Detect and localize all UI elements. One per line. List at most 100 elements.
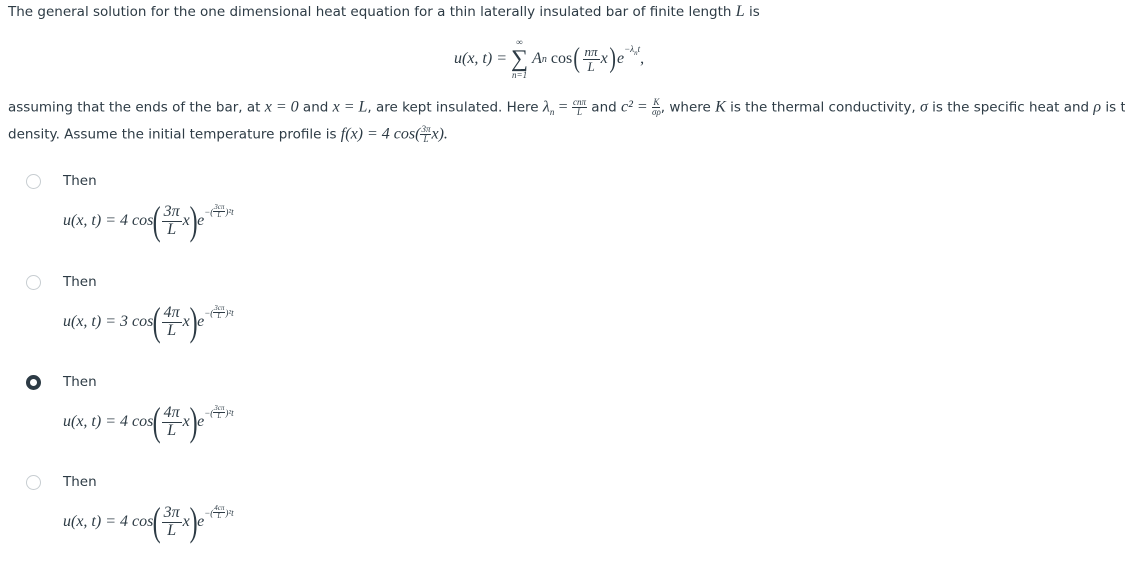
option-frac: 4π L — [161, 304, 182, 340]
answer-option-1[interactable]: Then u(x, t) = 4 cos ( 3π L x ) e −(3cπ L)… — [26, 174, 726, 269]
gen-exp: −λ — [624, 44, 635, 54]
option-label: Then — [63, 474, 97, 490]
p2-text-6: is the — [1105, 99, 1125, 116]
right-paren: ) — [189, 198, 198, 243]
radio-button[interactable] — [26, 475, 41, 490]
left-paren: ( — [152, 499, 161, 544]
initial-frac-den: L — [423, 134, 429, 144]
p2-text-4: is the thermal conductivity, — [730, 99, 916, 116]
p3-text: density. Assume the initial temperature … — [8, 126, 337, 143]
exp-prefix: −( — [204, 206, 214, 217]
option-equation: u(x, t) = 4 cos ( 4π L x ) e −(3cπ L)²t — [63, 399, 234, 445]
answer-option-3[interactable]: Then u(x, t) = 4 cos ( 4π L x ) e −(3cπ L)… — [26, 375, 726, 470]
question-paragraph-3: density. Assume the initial temperature … — [8, 125, 448, 144]
lambda-frac-den: L — [576, 107, 582, 117]
sigma-symbol: ∑ — [511, 46, 529, 72]
p2-eq: = — [558, 98, 568, 116]
frac-den: L — [167, 521, 177, 539]
left-paren: ( — [152, 198, 161, 243]
radio-button-selected[interactable] — [26, 375, 41, 390]
frac-num: 3π — [161, 503, 182, 523]
option-exponent: −(3cπ L)²t — [204, 204, 233, 219]
exp-suffix: )²t — [225, 206, 234, 217]
option-lhs: u(x, t) = 4 cos — [63, 513, 154, 530]
option-frac: 3π L — [161, 503, 182, 540]
left-paren: ( — [152, 299, 161, 344]
p2-text-1: assuming that the ends of the bar, at — [8, 99, 261, 116]
exp-prefix: −( — [204, 507, 214, 518]
frac-den: L — [167, 321, 177, 339]
option-label: Then — [63, 274, 97, 290]
right-paren: ) — [189, 499, 198, 544]
gen-frac: nπ L — [582, 45, 600, 74]
x-eq-0: x = 0 — [264, 98, 299, 116]
x-eq-L: x = L — [332, 98, 368, 116]
coef-sub: n — [541, 53, 547, 65]
intro-tail: is — [748, 4, 760, 20]
rho-var: ρ — [1093, 98, 1102, 116]
exp-den: L — [217, 211, 222, 219]
K-var: K — [715, 98, 726, 116]
option-e: e — [197, 212, 205, 229]
option-lhs: u(x, t) = 4 cos — [63, 413, 154, 430]
left-paren: ( — [573, 43, 581, 74]
radio-button[interactable] — [26, 275, 41, 290]
option-exponent: −(3cπ L)²t — [204, 305, 233, 320]
option-equation: u(x, t) = 3 cos ( 4π L x ) e −(3cπ L)²t — [63, 299, 234, 345]
p2-text-5: is the specific heat and — [932, 99, 1090, 116]
initial-tail: x). — [431, 125, 448, 143]
exp-suffix: )²t — [225, 407, 234, 418]
gen-frac-den: L — [587, 58, 595, 74]
exp-den: L — [217, 512, 222, 520]
gen-lhs: u(x, t) = — [454, 50, 507, 67]
answer-option-4[interactable]: Then u(x, t) = 4 cos ( 3π L x ) e −(4cπ L)… — [26, 475, 726, 570]
p2-and-1: and — [302, 99, 329, 116]
left-paren: ( — [152, 399, 161, 444]
lambda-sub: n — [549, 107, 555, 118]
option-equation: u(x, t) = 4 cos ( 3π L x ) e −(4cπ L)²t — [63, 499, 234, 545]
option-e: e — [197, 313, 205, 330]
question-intro: The general solution for the one dimensi… — [8, 3, 760, 21]
sum-lower: n=1 — [512, 70, 528, 80]
frac-den: L — [167, 220, 177, 238]
gen-var: x — [600, 50, 608, 67]
c-squared: c² = — [621, 98, 648, 116]
intro-var: L — [735, 3, 745, 20]
exp-prefix: −( — [204, 407, 214, 418]
coef: A — [532, 50, 542, 67]
intro-text: The general solution for the one dimensi… — [8, 4, 732, 20]
exp-suffix: )²t — [225, 307, 234, 318]
radio-button[interactable] — [26, 174, 41, 189]
summation: ∞ ∑ n=1 — [511, 38, 528, 80]
lambda-frac: cnπ L — [571, 98, 587, 117]
option-exponent: −(3cπ L)²t — [204, 405, 233, 420]
right-paren: ) — [189, 399, 198, 444]
option-e: e — [197, 513, 205, 530]
option-e: e — [197, 413, 205, 430]
answer-option-2[interactable]: Then u(x, t) = 3 cos ( 4π L x ) e −(3cπ L)… — [26, 275, 726, 370]
p2-text-2: , are kept insulated. Here — [367, 99, 539, 116]
exp-den: L — [217, 312, 222, 320]
sigma-var: σ — [919, 98, 928, 116]
frac-den: L — [167, 421, 177, 439]
lambda: λ — [542, 98, 550, 116]
option-equation: u(x, t) = 4 cos ( 3π L x ) e −(3cπ L)²t — [63, 198, 234, 244]
option-frac: 4π L — [161, 403, 182, 440]
option-lhs: u(x, t) = 4 cos — [63, 212, 154, 229]
frac-num: 4π — [161, 403, 182, 423]
p2-text-3: , where — [660, 99, 711, 116]
option-lhs: u(x, t) = 3 cos — [63, 313, 154, 330]
option-label: Then — [63, 173, 97, 189]
option-label: Then — [63, 374, 97, 390]
option-frac: 3π L — [161, 202, 182, 239]
exp-den: L — [217, 412, 222, 420]
initial-frac: 3π L — [420, 125, 432, 144]
exp-prefix: −( — [204, 307, 214, 318]
exp-suffix: )²t — [225, 507, 234, 518]
gen-exp-base: e — [617, 50, 625, 67]
p2-and-2: and — [591, 99, 617, 116]
k-frac-den: σρ — [652, 107, 661, 117]
general-solution-equation: u(x, t) = ∞ ∑ n=1 An cos ( nπ L x ) e −λ… — [454, 30, 644, 88]
frac-num: 3π — [161, 202, 182, 222]
cos: cos — [550, 50, 573, 67]
